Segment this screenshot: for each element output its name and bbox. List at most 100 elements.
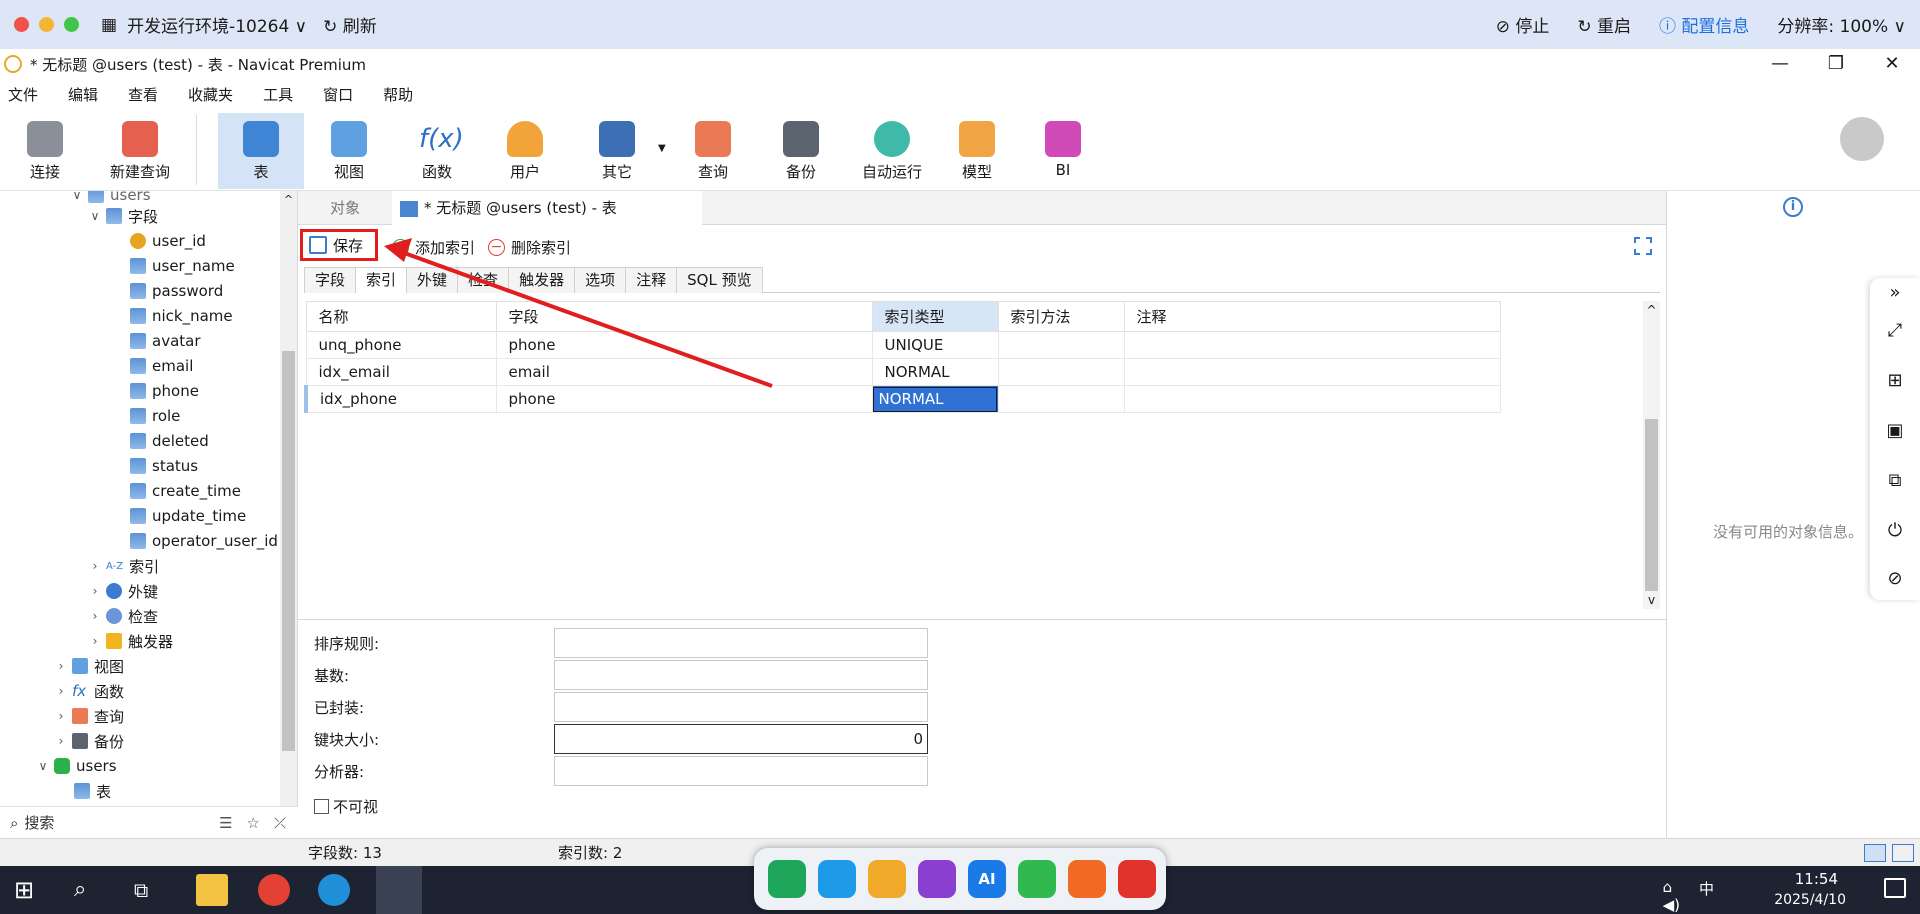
env-title-dropdown[interactable]: 开发运行环境-10264 ∨ <box>127 12 307 37</box>
tree-field[interactable]: deleted <box>126 429 209 453</box>
menu-window[interactable]: 窗口 <box>323 84 353 105</box>
tree-queries-folder[interactable]: › 查询 <box>54 704 124 728</box>
list-view-icon[interactable] <box>1864 843 1886 862</box>
tree-indexes-folder[interactable]: › A-Z 索引 <box>88 554 160 578</box>
tree-tables-folder[interactable]: 表 <box>70 779 111 803</box>
key-block-size-field[interactable]: 0 <box>554 724 928 754</box>
packed-field[interactable] <box>554 692 928 722</box>
cell-index-field[interactable]: phone <box>495 385 873 413</box>
scrollbar-thumb[interactable] <box>282 351 295 751</box>
tree-field[interactable]: role <box>126 404 180 428</box>
windows-start-icon[interactable]: ⊞ <box>14 874 46 906</box>
minimize-button[interactable]: — <box>1752 49 1808 79</box>
tree-field[interactable]: password <box>126 279 223 303</box>
delete-index-button[interactable]: − 删除索引 <box>488 237 571 258</box>
cell-index-field[interactable]: phone <box>495 331 873 359</box>
chrome-icon[interactable] <box>258 874 290 906</box>
tab-objects[interactable]: 对象 <box>298 191 392 225</box>
close-button[interactable]: ✕ <box>1864 49 1920 79</box>
tree-checks-folder[interactable]: › 检查 <box>88 604 158 628</box>
maximize-dot[interactable] <box>64 17 79 32</box>
power-app-icon[interactable] <box>1118 860 1156 898</box>
column-header-field[interactable]: 字段 <box>495 301 873 332</box>
info-icon[interactable]: i <box>1783 197 1803 217</box>
other-dropdown-arrow-icon[interactable]: ▼ <box>658 143 666 154</box>
tab-options[interactable]: 选项 <box>574 267 627 293</box>
tree-views-folder[interactable]: › 视图 <box>54 654 124 678</box>
cardinality-field[interactable] <box>554 660 928 690</box>
toolbar-new-query-button[interactable]: 新建查询 <box>88 113 192 189</box>
cell-index-type[interactable]: UNIQUE <box>871 331 999 359</box>
file-explorer-icon[interactable] <box>196 874 228 906</box>
tree-foreign-keys-folder[interactable]: › 外键 <box>88 579 158 603</box>
stop-button[interactable]: ⊘ 停止 <box>1496 12 1550 37</box>
restore-button[interactable]: ❐ <box>1808 49 1864 79</box>
menu-tools[interactable]: 工具 <box>263 84 293 105</box>
cell-index-comment[interactable] <box>1123 385 1501 413</box>
ai-app-icon[interactable]: AI <box>968 860 1006 898</box>
edge-icon[interactable] <box>318 874 350 906</box>
settings-app-icon[interactable] <box>1068 860 1106 898</box>
close-dot[interactable] <box>14 17 29 32</box>
tab-sql-preview[interactable]: SQL 预览 <box>676 267 763 293</box>
clock-date[interactable]: 2025/4/10 <box>1774 892 1846 908</box>
cell-index-comment[interactable] <box>1123 358 1501 386</box>
cell-index-name[interactable]: idx_phone <box>304 385 497 413</box>
table-row[interactable]: unq_phone phone UNIQUE <box>305 331 1501 359</box>
book-app-icon[interactable] <box>918 860 956 898</box>
refresh-button[interactable]: ↻ 刷新 <box>323 12 377 37</box>
tab-fields[interactable]: 字段 <box>304 267 357 293</box>
copy-window-icon[interactable]: ⧉ <box>1884 470 1906 492</box>
toolbar-query-button[interactable]: 查询 <box>670 113 756 189</box>
detail-view-icon[interactable] <box>1892 843 1914 862</box>
column-header-comment[interactable]: 注释 <box>1123 301 1501 332</box>
tab-checks[interactable]: 检查 <box>457 267 510 293</box>
hide-icon[interactable]: ⊘ <box>1884 568 1906 590</box>
toolbar-bi-button[interactable]: BI <box>1020 113 1106 189</box>
column-header-name[interactable]: 名称 <box>305 301 497 332</box>
desktop-app-icon[interactable] <box>818 860 856 898</box>
column-header-index-method[interactable]: 索引方法 <box>997 301 1125 332</box>
column-header-index-type[interactable]: 索引类型 <box>871 301 999 332</box>
sidebar-scrollbar[interactable]: ^ v <box>280 191 297 838</box>
tab-indexes[interactable]: 索引 <box>355 267 408 293</box>
tree-field[interactable]: user_name <box>126 254 235 278</box>
cell-index-name[interactable]: unq_phone <box>305 331 497 359</box>
save-button[interactable]: 保存 <box>300 229 378 261</box>
scroll-down-icon[interactable]: v <box>1643 593 1660 607</box>
menu-favorites[interactable]: 收藏夹 <box>188 84 233 105</box>
collapse-icon[interactable]: ⤫ <box>274 814 286 832</box>
cell-index-type-selected[interactable]: NORMAL <box>871 385 999 413</box>
window-traffic-lights[interactable] <box>14 17 79 32</box>
tree-field[interactable]: email <box>126 354 193 378</box>
toolbar-connect-button[interactable]: 连接 <box>2 113 88 189</box>
layout-icon[interactable]: ▣ <box>1884 420 1906 442</box>
tab-comments[interactable]: 注释 <box>625 267 678 293</box>
tree-field[interactable]: create_time <box>126 479 241 503</box>
toolbar-backup-button[interactable]: 备份 <box>758 113 844 189</box>
tree-field-user_id[interactable]: user_id <box>126 229 206 253</box>
network-volume-icons[interactable]: ⌂ ◀) <box>1663 878 1680 914</box>
toolbar-automation-button[interactable]: 自动运行 <box>846 113 938 189</box>
fullscreen-toggle-icon[interactable]: ⤢ <box>1884 320 1906 342</box>
task-view-icon[interactable]: ⧉ <box>134 874 166 906</box>
tree-field[interactable]: operator_user_id <box>126 529 278 553</box>
toolbar-view-button[interactable]: 视图 <box>306 113 392 189</box>
menu-help[interactable]: 帮助 <box>383 84 413 105</box>
tree-field[interactable]: update_time <box>126 504 246 528</box>
invisible-checkbox-row[interactable]: 不可视 <box>314 796 378 817</box>
config-info-button[interactable]: ⓘ 配置信息 <box>1659 12 1749 37</box>
cell-index-type[interactable]: NORMAL <box>871 358 999 386</box>
filter-icon[interactable]: ☰ <box>219 814 232 832</box>
tab-untitled-table[interactable]: * 无标题 @users (test) - 表 <box>392 191 702 225</box>
storage-app-icon[interactable] <box>868 860 906 898</box>
parser-field[interactable] <box>554 756 928 786</box>
add-index-button[interactable]: + 添加索引 <box>392 237 475 258</box>
menu-file[interactable]: 文件 <box>8 84 38 105</box>
chat-app-icon[interactable] <box>1018 860 1056 898</box>
cell-index-method[interactable] <box>997 385 1125 413</box>
power-icon[interactable]: ⏻ <box>1884 520 1906 542</box>
tree-field[interactable]: status <box>126 454 198 478</box>
notification-icon[interactable] <box>1884 878 1906 898</box>
double-chevron-right-icon[interactable]: » <box>1884 282 1906 304</box>
